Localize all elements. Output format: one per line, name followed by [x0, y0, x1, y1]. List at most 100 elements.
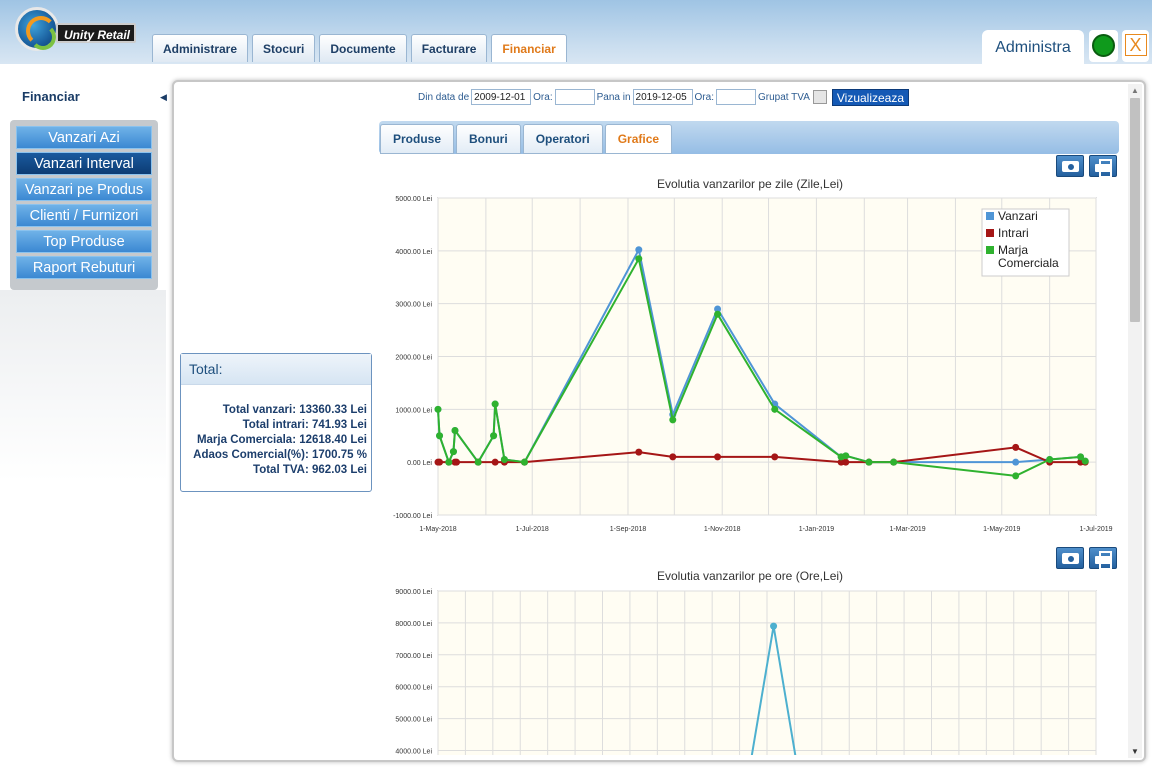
sidebar-item-vanzari-azi[interactable]: Vanzari Azi	[16, 126, 152, 149]
chart1-data-point	[771, 405, 779, 413]
sub-tabs: Produse Bonuri Operatori Grafice	[380, 124, 674, 154]
unity-retail-logo: Unity Retail	[12, 5, 137, 59]
chart2-data-point	[770, 622, 778, 630]
chart1-data-point	[669, 416, 677, 424]
collapse-sidebar-icon[interactable]: ◀	[160, 92, 167, 103]
chart1-x-tick-label: 1-Nov-2018	[704, 526, 741, 533]
filter-bar: Din data de Ora: Pana in Ora: Grupat TVA…	[418, 88, 910, 106]
chart1-x-tick-label: 1-Jul-2019	[1079, 526, 1112, 533]
close-button[interactable]: X	[1122, 30, 1149, 62]
chart1-y-tick-label: 1000.00 Lei	[395, 407, 432, 414]
chart1-y-tick-label: 0.00 Lei	[407, 460, 432, 467]
chart1-data-point	[490, 432, 498, 440]
vizualizeaza-button[interactable]: Vizualizeaza	[831, 88, 910, 106]
scroll-up-icon[interactable]: ▲	[1131, 86, 1139, 95]
chart1-data-point	[842, 452, 850, 460]
hourly-sales-chart: 9000.00 Lei 8000.00 Lei 7000.00 Lei 6000.00…	[395, 589, 1097, 755]
chart1-y-tick-label: 2000.00 Lei	[395, 355, 432, 362]
group-tva-label: Grupat TVA	[757, 91, 810, 103]
chart1-legend-label: Marja	[998, 243, 1028, 257]
chart1-x-tick-label: 1-Sep-2018	[610, 526, 647, 533]
chart1-legend-swatch	[986, 246, 994, 254]
chart1-data-point	[434, 405, 442, 413]
sidebar-background	[0, 290, 166, 768]
tab-facturare[interactable]: Facturare	[410, 34, 488, 62]
chart1-data-point	[669, 453, 677, 461]
chart1-x-tick-label: 1-May-2019	[983, 526, 1020, 533]
tab-bonuri[interactable]: Bonuri	[456, 124, 521, 154]
tab-operatori[interactable]: Operatori	[522, 124, 603, 154]
chart1-data-point	[771, 453, 779, 461]
chart1-data-point	[842, 458, 850, 466]
chart1-data-point	[449, 448, 457, 456]
chart1-data-point	[1012, 443, 1020, 451]
chart2-y-tick-label: 9000.00 Lei	[395, 589, 432, 596]
chart1-data-point	[500, 456, 508, 464]
chart1-data-point	[520, 458, 528, 466]
chart1-x-tick-label: 1-Jan-2019	[799, 526, 835, 533]
vertical-scrollbar[interactable]: ▲ ▼	[1128, 84, 1142, 758]
adaos-comercial: Adaos Comercial(%): 1700.75 %	[193, 449, 367, 461]
sidebar-item-top-produse[interactable]: Top Produse	[16, 230, 152, 253]
scroll-down-icon[interactable]: ▼	[1131, 747, 1139, 756]
to-hour-label: Ora:	[694, 91, 714, 103]
tab-financiar[interactable]: Financiar	[491, 34, 567, 62]
chart2-y-tick-label: 6000.00 Lei	[395, 685, 432, 692]
chart2-y-tick-label: 7000.00 Lei	[395, 653, 432, 660]
tab-produse[interactable]: Produse	[380, 124, 455, 154]
chart1-data-point	[451, 426, 459, 434]
tab-administrare[interactable]: Administrare	[152, 34, 249, 62]
from-date-input[interactable]	[471, 89, 532, 105]
user-tab[interactable]: Administra	[982, 30, 1084, 64]
chart1-y-tick-label: 3000.00 Lei	[395, 302, 432, 309]
sidebar-item-clienti-furnizori[interactable]: Clienti / Furnizori	[16, 204, 152, 227]
chart1-camera-button[interactable]	[1056, 155, 1084, 177]
chart1-y-tick-label: 4000.00 Lei	[395, 249, 432, 256]
total-intrari: Total intrari: 741.93 Lei	[242, 419, 367, 431]
sidebar-item-vanzari-pe-produs[interactable]: Vanzari pe Produs	[16, 178, 152, 201]
chart1-data-point	[714, 310, 722, 318]
to-hour-input[interactable]	[715, 89, 756, 105]
chart1-data-point	[1012, 472, 1020, 480]
chart1-data-point	[714, 453, 722, 461]
chart1-data-point	[436, 458, 444, 466]
chart2-print-button[interactable]	[1089, 547, 1117, 570]
chart1-legend-label: Vanzari	[998, 209, 1038, 223]
status-button[interactable]	[1089, 30, 1118, 62]
totals-title: Total:	[181, 354, 371, 385]
chart1-x-tick-label: 1-Mar-2019	[889, 526, 925, 533]
chart1-print-button[interactable]	[1089, 155, 1117, 178]
marja-comerciala: Marja Comerciala: 12618.40 Lei	[196, 434, 367, 446]
chart1-y-tick-label: 5000.00 Lei	[395, 196, 432, 203]
chart2-camera-button[interactable]	[1056, 547, 1084, 569]
sidebar-title: Financiar	[22, 89, 80, 104]
chart1-data-point	[1012, 458, 1020, 466]
chart1-data-point	[491, 400, 499, 408]
from-hour-input[interactable]	[554, 89, 595, 105]
daily-sales-chart: 5000.00 Lei 4000.00 Lei 3000.00 Lei 2000.00…	[393, 196, 1113, 533]
from-date-label: Din data de	[418, 91, 470, 103]
chart2-y-tick-label: 8000.00 Lei	[395, 621, 432, 628]
chart1-x-tick-label: 1-May-2018	[419, 526, 456, 533]
header-bar: Unity Retail Administrare Stocuri Docume…	[0, 0, 1152, 64]
tab-grafice[interactable]: Grafice	[604, 124, 673, 154]
chart1-data-point	[635, 255, 643, 263]
chart1-data-point	[445, 458, 453, 466]
tab-stocuri[interactable]: Stocuri	[252, 34, 316, 62]
scroll-thumb[interactable]	[1130, 98, 1140, 322]
chart1-legend-label: Comerciala	[998, 256, 1059, 270]
status-green-icon	[1092, 34, 1115, 57]
sidebar-item-vanzari-interval[interactable]: Vanzari Interval	[16, 152, 152, 175]
to-date-input[interactable]	[632, 89, 693, 105]
chart1-data-point	[1046, 456, 1054, 464]
chart1-title: Evolutia vanzarilor pe zile (Zile,Lei)	[656, 177, 844, 191]
chart2-title: Evolutia vanzarilor pe ore (Ore,Lei)	[656, 569, 844, 583]
chart1-data-point	[1081, 457, 1089, 465]
chart1-data-point	[491, 458, 499, 466]
chart1-data-point	[865, 458, 873, 466]
tab-documente[interactable]: Documente	[319, 34, 407, 62]
group-tva-checkbox[interactable]	[812, 90, 827, 104]
close-icon: X	[1124, 34, 1147, 56]
logo-text: Unity Retail	[56, 23, 136, 43]
sidebar-item-raport-rebuturi[interactable]: Raport Rebuturi	[16, 256, 152, 279]
